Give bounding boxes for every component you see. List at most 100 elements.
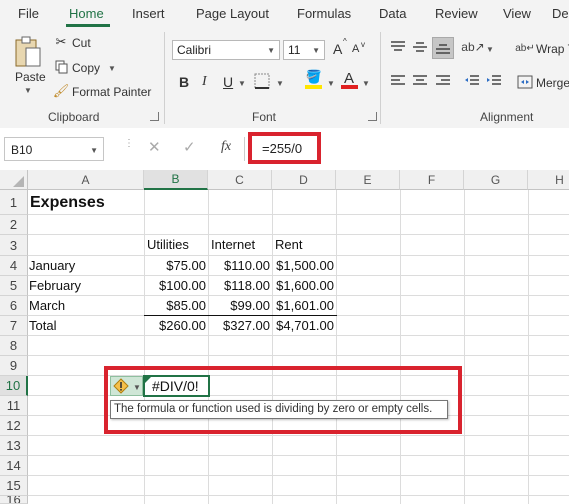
chevron-down-icon: ▼: [267, 46, 275, 55]
font-color-dropdown-icon[interactable]: ▼: [362, 79, 370, 88]
cell-value: $118.00: [223, 278, 270, 293]
column-header[interactable]: D: [272, 170, 336, 190]
name-box[interactable]: B10 ▼: [4, 137, 104, 161]
font-dialog-launcher-icon[interactable]: [368, 112, 377, 121]
align-left-icon[interactable]: [388, 72, 408, 90]
name-box-value: B10: [11, 143, 33, 157]
paste-label[interactable]: Paste: [15, 70, 46, 84]
row-label: Total: [29, 318, 57, 333]
fill-color-icon[interactable]: 🪣: [306, 69, 322, 84]
gridline: [28, 475, 569, 476]
tab-insert[interactable]: Insert: [132, 6, 165, 21]
top-align-icon[interactable]: [388, 38, 408, 56]
increase-indent-icon[interactable]: [484, 72, 504, 90]
tab-page-layout[interactable]: Page Layout: [196, 6, 269, 21]
fill-color-dropdown-icon[interactable]: ▼: [327, 79, 335, 88]
font-size-select[interactable]: 11 ▼: [283, 40, 325, 60]
merge-center-icon[interactable]: [516, 74, 534, 90]
enter-icon[interactable]: ✓: [183, 138, 196, 156]
decrease-indent-icon[interactable]: [462, 72, 482, 90]
paste-icon[interactable]: [12, 34, 44, 70]
row-header[interactable]: 15: [0, 476, 28, 496]
column-header[interactable]: H: [528, 170, 569, 190]
cell-value: $85.00: [166, 298, 206, 313]
tab-file[interactable]: File: [18, 6, 39, 21]
column-header[interactable]: E: [336, 170, 400, 190]
column-header[interactable]: G: [464, 170, 528, 190]
row-label: January: [29, 258, 76, 273]
middle-align-icon[interactable]: [410, 38, 430, 56]
cancel-icon[interactable]: ✕: [148, 138, 161, 156]
tab-formulas[interactable]: Formulas: [297, 6, 351, 21]
gridline: [528, 190, 529, 504]
formula-bar: B10 ▼ ⋮ ✕ ✓ fx =255/0: [0, 128, 569, 171]
tab-review[interactable]: Review: [435, 6, 478, 21]
borders-dropdown-icon[interactable]: ▼: [276, 79, 284, 88]
paste-dropdown-icon[interactable]: ▼: [24, 86, 32, 95]
grow-font-icon[interactable]: A: [333, 41, 342, 57]
row-header[interactable]: 1: [0, 190, 28, 215]
format-painter-icon[interactable]: 🖌: [53, 83, 70, 99]
column-header[interactable]: B: [144, 170, 208, 190]
alignment-group-label: Alignment: [480, 110, 534, 124]
row-header[interactable]: 5: [0, 276, 28, 296]
orientation-icon[interactable]: ab↗: [461, 38, 484, 56]
underline-dropdown-icon[interactable]: ▼: [238, 79, 246, 88]
copy-dropdown-icon[interactable]: ▼: [108, 64, 116, 73]
wrap-text-button[interactable]: Wrap T: [536, 42, 569, 56]
shrink-font-icon[interactable]: A: [352, 43, 359, 55]
tab-data[interactable]: Data: [379, 6, 406, 21]
select-all-button[interactable]: [0, 170, 28, 190]
row-header[interactable]: 4: [0, 256, 28, 276]
ribbon-tab-bar: File Home Insert Page Layout Formulas Da…: [0, 0, 569, 28]
column-header[interactable]: A: [28, 170, 144, 190]
scissors-icon[interactable]: ✂: [54, 34, 68, 50]
tab-home[interactable]: Home: [69, 6, 104, 21]
row-header[interactable]: 14: [0, 456, 28, 476]
italic-button[interactable]: I: [202, 74, 207, 90]
formula-highlight-box: [248, 132, 321, 164]
row-header[interactable]: 7: [0, 316, 28, 336]
underline-button[interactable]: U: [223, 74, 233, 90]
font-name-select[interactable]: Calibri ▼: [172, 40, 280, 60]
font-color-swatch: [341, 85, 358, 89]
tab-view[interactable]: View: [503, 6, 531, 21]
column-label-utilities: Utilities: [147, 237, 189, 252]
ribbon: Paste ▼ ✂ Cut Copy ▼ 🖌 Format Painter Cl…: [0, 28, 569, 129]
tab-developer[interactable]: De: [552, 6, 569, 21]
row-header[interactable]: 16: [0, 496, 28, 504]
row-header[interactable]: 12: [0, 416, 28, 436]
copy-icon[interactable]: [54, 59, 68, 75]
wrap-text-icon[interactable]: ab↵: [515, 40, 535, 56]
copy-button[interactable]: Copy: [72, 61, 100, 75]
borders-icon[interactable]: [251, 72, 273, 90]
orientation-dropdown-icon[interactable]: ▼: [486, 45, 494, 54]
row-header[interactable]: 3: [0, 235, 28, 256]
cut-button[interactable]: Cut: [72, 36, 91, 50]
row-header[interactable]: 6: [0, 296, 28, 316]
group-separator: [164, 32, 165, 124]
column-label-rent: Rent: [275, 237, 303, 252]
cell-value: $4,701.00: [276, 318, 334, 333]
sheet-title: Expenses: [30, 194, 105, 211]
row-header[interactable]: 8: [0, 336, 28, 356]
clipboard-dialog-launcher-icon[interactable]: [150, 112, 159, 121]
align-right-icon[interactable]: [433, 72, 453, 90]
column-header[interactable]: F: [400, 170, 464, 190]
cell-value: $110.00: [223, 258, 270, 273]
merge-center-button[interactable]: Merge: [536, 76, 569, 90]
column-header[interactable]: C: [208, 170, 272, 190]
chevron-down-icon[interactable]: ▼: [90, 146, 98, 155]
bold-button[interactable]: B: [179, 74, 189, 90]
spreadsheet-grid[interactable]: A B C D E F G H 1 2 3 4 5 6 7 8 9 10 11 …: [0, 170, 569, 504]
format-painter-button[interactable]: Format Painter: [72, 85, 151, 99]
align-center-icon[interactable]: [410, 72, 430, 90]
drag-handle-icon[interactable]: ⋮: [124, 138, 134, 149]
row-header[interactable]: 9: [0, 356, 28, 376]
insert-function-button[interactable]: fx: [221, 139, 231, 155]
row-header[interactable]: 11: [0, 396, 28, 416]
row-header[interactable]: 13: [0, 436, 28, 456]
row-header[interactable]: 10: [0, 376, 28, 396]
column-label-internet: Internet: [211, 237, 256, 252]
row-header[interactable]: 2: [0, 215, 28, 235]
